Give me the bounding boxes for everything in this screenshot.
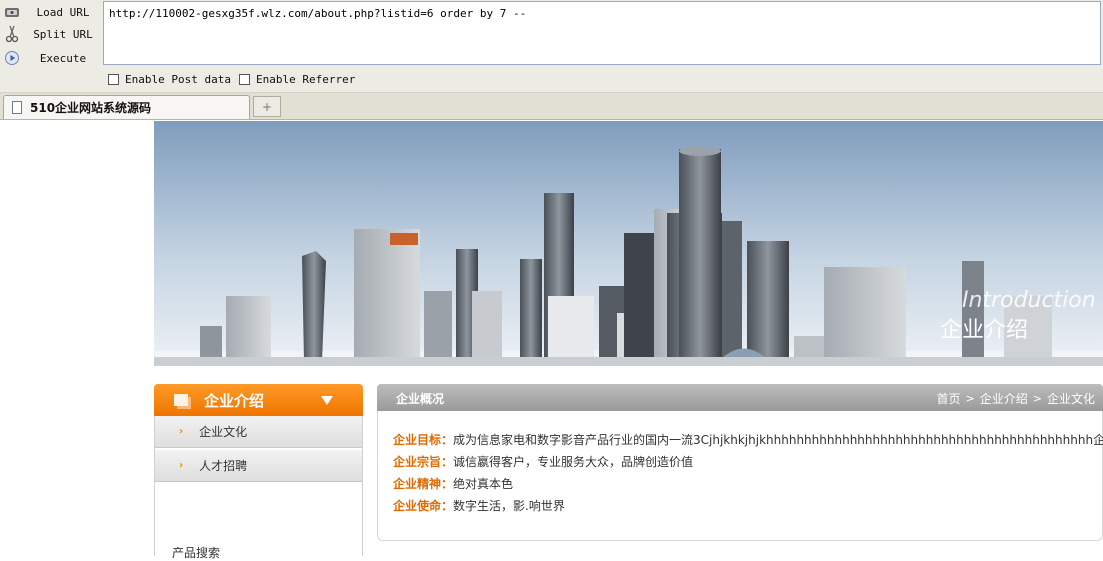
info-key: 企业使命： [393, 499, 454, 513]
play-icon [4, 50, 20, 66]
info-key: 企业目标： [393, 433, 454, 447]
load-url-label: Load URL [36, 5, 90, 19]
breadcrumb-culture[interactable]: 企业文化 [1047, 390, 1095, 407]
info-value: 数字生活，影.响世界 [453, 499, 565, 513]
load-url-button[interactable]: Load URL [4, 1, 96, 23]
breadcrumb: 首页 > 企业介绍 > 企业文化 [937, 390, 1095, 407]
info-row-spirit: 企业精神：绝对真本色 [393, 475, 513, 492]
chevron-right-icon: > [1032, 392, 1042, 405]
main-title: 企业概况 [396, 392, 445, 406]
chevron-right-icon: > [965, 392, 975, 405]
info-value: 绝对真本色 [453, 477, 514, 491]
split-url-label: Split URL [33, 27, 93, 41]
sidebar-item-label: 人才招聘 [199, 459, 248, 473]
plus-icon: + [261, 99, 273, 114]
split-url-button[interactable]: Split URL [4, 23, 96, 45]
execute-button[interactable]: Execute [4, 47, 96, 69]
sidebar-header: 企业介绍 [154, 384, 363, 416]
chevron-right-icon: › [179, 426, 184, 437]
info-key: 企业宗旨： [393, 455, 454, 469]
info-key: 企业精神： [393, 477, 454, 491]
main-header: 企业概况 首页 > 企业介绍 > 企业文化 [377, 384, 1103, 411]
post-data-label: Enable Post data [125, 73, 231, 86]
browser-tab-active[interactable]: 510企业网站系统源码 [3, 95, 250, 119]
info-row-purpose: 企业宗旨：诚信嬴得客户，专业服务大众，品牌创造价值 [393, 453, 693, 470]
info-value: 诚信嬴得客户，专业服务大众，品牌创造价值 [453, 455, 694, 469]
banner-text-cn: 企业介绍 [940, 318, 1028, 343]
sidebar-item-label: 企业文化 [199, 425, 248, 439]
info-row-goal: 企业目标：成为信息家电和数字影音产品行业的国内一流3Cjhjkhkjhjkhhh… [393, 431, 1103, 448]
enable-post-data-checkbox[interactable]: Enable Post data [108, 73, 231, 86]
enable-referrer-checkbox[interactable]: Enable Referrer [239, 73, 355, 86]
document-icon [12, 101, 22, 114]
hackbar-toolbar: Load URL Split URL Execute http://110002… [0, 0, 1103, 93]
info-row-mission: 企业使命：数字生活，影.响世界 [393, 497, 565, 514]
breadcrumb-home[interactable]: 首页 [937, 390, 961, 407]
sidebar-item-culture[interactable]: › 企业文化 [155, 416, 362, 448]
load-url-icon [4, 4, 20, 20]
chevron-right-icon: › [179, 460, 184, 471]
execute-label: Execute [39, 51, 87, 65]
chevron-down-icon [321, 396, 333, 405]
post-data-checkbox-box[interactable] [108, 74, 119, 85]
referrer-checkbox-box[interactable] [239, 74, 250, 85]
referrer-label: Enable Referrer [256, 73, 356, 86]
tab-title: 510企业网站系统源码 [30, 101, 152, 115]
scissors-icon [4, 25, 20, 43]
sidebar-title: 企业介绍 [204, 391, 265, 410]
sidebar-item-recruitment[interactable]: › 人才招聘 [155, 450, 362, 482]
banner-text-en: Introduction [962, 288, 1096, 313]
info-value: 成为信息家电和数字影音产品行业的国内一流3Cjhjkhkjhjkhhhhhhhh… [453, 433, 1103, 447]
sidebar-header-icon [174, 394, 188, 406]
url-input[interactable]: http://110002-gesxg35f.wlz.com/about.php… [103, 1, 1101, 65]
breadcrumb-about[interactable]: 企业介绍 [980, 390, 1028, 407]
city-banner: Introduction 企业介绍 [154, 121, 1103, 366]
browser-tab-bar: 510企业网站系统源码 + [0, 93, 1103, 120]
new-tab-button[interactable]: + [253, 96, 281, 117]
